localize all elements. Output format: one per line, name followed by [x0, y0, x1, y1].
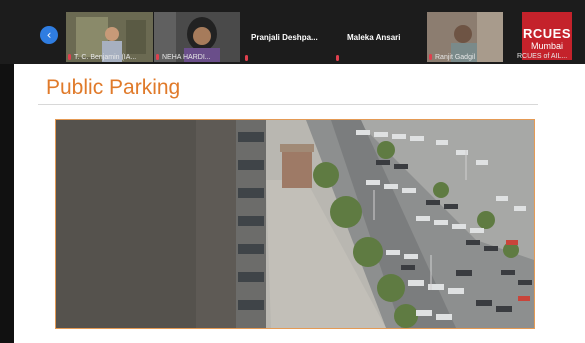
mic-muted-icon — [336, 55, 339, 61]
logo-text-line2: Mumbai — [530, 41, 563, 51]
mic-muted-icon — [245, 55, 248, 61]
logo-text-line1: RCUES — [522, 26, 571, 41]
mic-muted-icon — [68, 54, 71, 60]
participant-name: NEHA HARDI... — [162, 54, 211, 61]
slide-title: Public Parking — [46, 76, 181, 99]
participant-name: Ranjit Gadgil — [435, 54, 476, 61]
participant-tile-1[interactable]: T. C. Benjamin (IA... — [66, 12, 153, 62]
chevron-left-icon[interactable]: ‹ — [40, 26, 58, 44]
participant-name: T. C. Benjamin (IA... — [74, 54, 137, 61]
participant-name[interactable]: Maleka Ansari — [347, 33, 401, 42]
participant-strip: ‹ T. C. Benjamin (IA... NEHA HARDI... Pr… — [0, 0, 585, 64]
mic-muted-icon — [429, 54, 432, 60]
title-divider — [38, 104, 538, 105]
left-edge-strip — [0, 64, 14, 343]
participant-name: RCUES of AIL... — [517, 53, 568, 60]
participant-tile-5[interactable]: Ranjit Gadgil — [427, 12, 503, 62]
participant-tile-2[interactable]: NEHA HARDI... — [154, 12, 240, 62]
mic-muted-icon — [156, 54, 159, 60]
parking-photo — [55, 119, 535, 329]
participant-name[interactable]: Pranjali Deshpa... — [251, 33, 318, 42]
